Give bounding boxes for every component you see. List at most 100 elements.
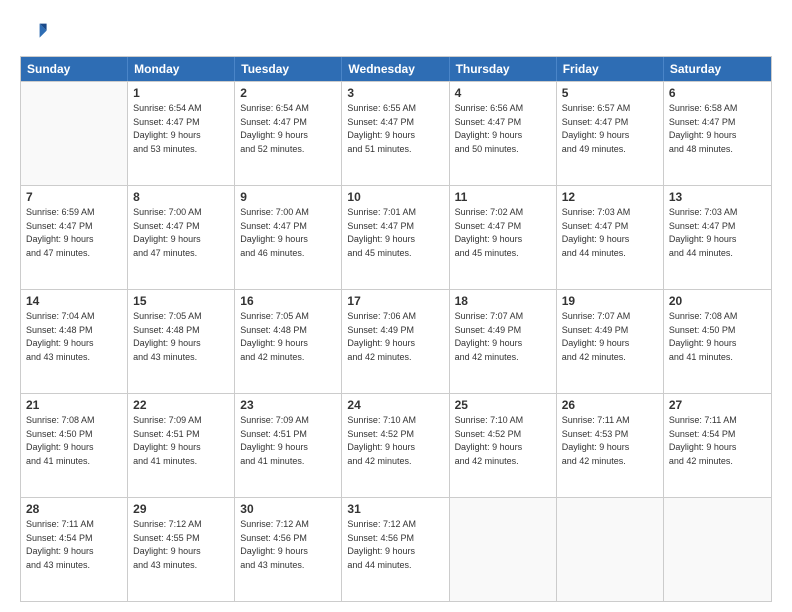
- calendar-cell: 18 Sunrise: 7:07 AM Sunset: 4:49 PM Dayli…: [450, 290, 557, 393]
- weekday-header: Friday: [557, 57, 664, 81]
- calendar-week: 1 Sunrise: 6:54 AM Sunset: 4:47 PM Daylig…: [21, 81, 771, 185]
- calendar-cell: 22 Sunrise: 7:09 AM Sunset: 4:51 PM Dayli…: [128, 394, 235, 497]
- calendar-body: 1 Sunrise: 6:54 AM Sunset: 4:47 PM Daylig…: [21, 81, 771, 601]
- day-number: 3: [347, 86, 443, 100]
- day-info: Sunrise: 7:03 AM Sunset: 4:47 PM Dayligh…: [562, 206, 658, 260]
- calendar-cell: 10 Sunrise: 7:01 AM Sunset: 4:47 PM Dayli…: [342, 186, 449, 289]
- day-number: 29: [133, 502, 229, 516]
- calendar-cell: 12 Sunrise: 7:03 AM Sunset: 4:47 PM Dayli…: [557, 186, 664, 289]
- day-number: 1: [133, 86, 229, 100]
- calendar-cell: 9 Sunrise: 7:00 AM Sunset: 4:47 PM Daylig…: [235, 186, 342, 289]
- day-info: Sunrise: 7:10 AM Sunset: 4:52 PM Dayligh…: [455, 414, 551, 468]
- calendar-cell: [664, 498, 771, 601]
- day-number: 13: [669, 190, 766, 204]
- logo-icon: [20, 18, 48, 46]
- day-number: 26: [562, 398, 658, 412]
- day-info: Sunrise: 7:09 AM Sunset: 4:51 PM Dayligh…: [240, 414, 336, 468]
- day-info: Sunrise: 6:58 AM Sunset: 4:47 PM Dayligh…: [669, 102, 766, 156]
- calendar-cell: 17 Sunrise: 7:06 AM Sunset: 4:49 PM Dayli…: [342, 290, 449, 393]
- calendar-cell: 15Sunrise: 7:05 AM Sunset: 4:48 PM Dayli…: [128, 290, 235, 393]
- calendar-week: 14 Sunrise: 7:04 AM Sunset: 4:48 PM Dayli…: [21, 289, 771, 393]
- day-info: Sunrise: 7:11 AM Sunset: 4:54 PM Dayligh…: [669, 414, 766, 468]
- day-number: 12: [562, 190, 658, 204]
- calendar-week: 28Sunrise: 7:11 AM Sunset: 4:54 PM Dayli…: [21, 497, 771, 601]
- weekday-header: Saturday: [664, 57, 771, 81]
- day-info: Sunrise: 7:05 AM Sunset: 4:48 PM Dayligh…: [240, 310, 336, 364]
- calendar-week: 21 Sunrise: 7:08 AM Sunset: 4:50 PM Dayli…: [21, 393, 771, 497]
- day-number: 23: [240, 398, 336, 412]
- day-number: 10: [347, 190, 443, 204]
- calendar-cell: 26 Sunrise: 7:11 AM Sunset: 4:53 PM Dayli…: [557, 394, 664, 497]
- calendar-cell: 1Sunrise: 6:54 AM Sunset: 4:47 PM Daylig…: [128, 82, 235, 185]
- day-number: 6: [669, 86, 766, 100]
- day-number: 17: [347, 294, 443, 308]
- calendar-week: 7 Sunrise: 6:59 AM Sunset: 4:47 PM Daylig…: [21, 185, 771, 289]
- logo: [20, 18, 52, 46]
- day-info: Sunrise: 7:04 AM Sunset: 4:48 PM Dayligh…: [26, 310, 122, 364]
- day-info: Sunrise: 7:00 AM Sunset: 4:47 PM Dayligh…: [133, 206, 229, 260]
- calendar-cell: [557, 498, 664, 601]
- day-info: Sunrise: 7:06 AM Sunset: 4:49 PM Dayligh…: [347, 310, 443, 364]
- calendar-cell: 29 Sunrise: 7:12 AM Sunset: 4:55 PM Dayli…: [128, 498, 235, 601]
- calendar-cell: 6 Sunrise: 6:58 AM Sunset: 4:47 PM Daylig…: [664, 82, 771, 185]
- day-info: Sunrise: 7:07 AM Sunset: 4:49 PM Dayligh…: [455, 310, 551, 364]
- day-info: Sunrise: 7:03 AM Sunset: 4:47 PM Dayligh…: [669, 206, 766, 260]
- calendar-cell: [21, 82, 128, 185]
- day-number: 22: [133, 398, 229, 412]
- day-info: Sunrise: 7:02 AM Sunset: 4:47 PM Dayligh…: [455, 206, 551, 260]
- day-number: 20: [669, 294, 766, 308]
- calendar-cell: 25 Sunrise: 7:10 AM Sunset: 4:52 PM Dayli…: [450, 394, 557, 497]
- day-number: 24: [347, 398, 443, 412]
- day-info: Sunrise: 7:01 AM Sunset: 4:47 PM Dayligh…: [347, 206, 443, 260]
- day-info: Sunrise: 7:00 AM Sunset: 4:47 PM Dayligh…: [240, 206, 336, 260]
- weekday-header: Sunday: [21, 57, 128, 81]
- day-info: Sunrise: 7:09 AM Sunset: 4:51 PM Dayligh…: [133, 414, 229, 468]
- calendar-cell: 4Sunrise: 6:56 AM Sunset: 4:47 PM Daylig…: [450, 82, 557, 185]
- day-info: Sunrise: 6:59 AM Sunset: 4:47 PM Dayligh…: [26, 206, 122, 260]
- calendar-header: SundayMondayTuesdayWednesdayThursdayFrid…: [21, 57, 771, 81]
- calendar-cell: [450, 498, 557, 601]
- day-info: Sunrise: 7:12 AM Sunset: 4:56 PM Dayligh…: [240, 518, 336, 572]
- day-number: 21: [26, 398, 122, 412]
- day-info: Sunrise: 6:56 AM Sunset: 4:47 PM Dayligh…: [455, 102, 551, 156]
- calendar-cell: 23 Sunrise: 7:09 AM Sunset: 4:51 PM Dayli…: [235, 394, 342, 497]
- day-number: 15: [133, 294, 229, 308]
- day-info: Sunrise: 6:55 AM Sunset: 4:47 PM Dayligh…: [347, 102, 443, 156]
- day-number: 19: [562, 294, 658, 308]
- calendar-cell: 30 Sunrise: 7:12 AM Sunset: 4:56 PM Dayli…: [235, 498, 342, 601]
- day-number: 7: [26, 190, 122, 204]
- day-info: Sunrise: 7:12 AM Sunset: 4:55 PM Dayligh…: [133, 518, 229, 572]
- weekday-header: Monday: [128, 57, 235, 81]
- calendar-cell: 19 Sunrise: 7:07 AM Sunset: 4:49 PM Dayli…: [557, 290, 664, 393]
- day-info: Sunrise: 7:12 AM Sunset: 4:56 PM Dayligh…: [347, 518, 443, 572]
- day-number: 30: [240, 502, 336, 516]
- day-number: 18: [455, 294, 551, 308]
- calendar-cell: 31 Sunrise: 7:12 AM Sunset: 4:56 PM Dayli…: [342, 498, 449, 601]
- day-number: 25: [455, 398, 551, 412]
- calendar-cell: 5 Sunrise: 6:57 AM Sunset: 4:47 PM Daylig…: [557, 82, 664, 185]
- page: SundayMondayTuesdayWednesdayThursdayFrid…: [0, 0, 792, 612]
- day-info: Sunrise: 7:07 AM Sunset: 4:49 PM Dayligh…: [562, 310, 658, 364]
- day-number: 8: [133, 190, 229, 204]
- calendar-cell: 3 Sunrise: 6:55 AM Sunset: 4:47 PM Daylig…: [342, 82, 449, 185]
- day-number: 16: [240, 294, 336, 308]
- calendar: SundayMondayTuesdayWednesdayThursdayFrid…: [20, 56, 772, 602]
- day-info: Sunrise: 6:54 AM Sunset: 4:47 PM Dayligh…: [240, 102, 336, 156]
- calendar-cell: 21 Sunrise: 7:08 AM Sunset: 4:50 PM Dayli…: [21, 394, 128, 497]
- day-info: Sunrise: 6:57 AM Sunset: 4:47 PM Dayligh…: [562, 102, 658, 156]
- calendar-cell: 20 Sunrise: 7:08 AM Sunset: 4:50 PM Dayli…: [664, 290, 771, 393]
- day-number: 9: [240, 190, 336, 204]
- day-info: Sunrise: 7:08 AM Sunset: 4:50 PM Dayligh…: [669, 310, 766, 364]
- calendar-cell: 13 Sunrise: 7:03 AM Sunset: 4:47 PM Dayli…: [664, 186, 771, 289]
- calendar-cell: 27Sunrise: 7:11 AM Sunset: 4:54 PM Dayli…: [664, 394, 771, 497]
- calendar-cell: 2Sunrise: 6:54 AM Sunset: 4:47 PM Daylig…: [235, 82, 342, 185]
- day-info: Sunrise: 7:11 AM Sunset: 4:53 PM Dayligh…: [562, 414, 658, 468]
- day-number: 14: [26, 294, 122, 308]
- day-number: 5: [562, 86, 658, 100]
- calendar-cell: 11Sunrise: 7:02 AM Sunset: 4:47 PM Dayli…: [450, 186, 557, 289]
- weekday-header: Wednesday: [342, 57, 449, 81]
- calendar-cell: 28Sunrise: 7:11 AM Sunset: 4:54 PM Dayli…: [21, 498, 128, 601]
- day-number: 31: [347, 502, 443, 516]
- day-info: Sunrise: 7:08 AM Sunset: 4:50 PM Dayligh…: [26, 414, 122, 468]
- weekday-header: Tuesday: [235, 57, 342, 81]
